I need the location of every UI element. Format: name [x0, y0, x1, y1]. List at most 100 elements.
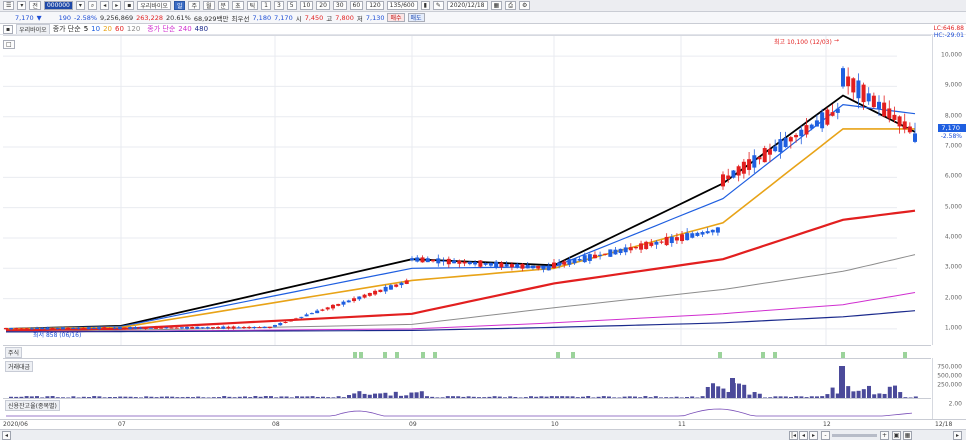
zoom-slider[interactable] — [832, 434, 877, 437]
ma-period-120[interactable]: 120 — [127, 25, 140, 33]
ma-period-20[interactable]: 20 — [103, 25, 112, 33]
buy-button[interactable]: 매수 — [387, 13, 405, 22]
tab-second[interactable]: 초 — [232, 1, 244, 10]
settings-small-icon[interactable]: ▣ — [892, 431, 901, 440]
menu-icon[interactable]: ☰ — [3, 1, 15, 10]
first-icon[interactable]: |◂ — [789, 431, 798, 440]
zoom-in-button[interactable]: + — [880, 431, 889, 440]
tab-week[interactable]: 주 — [188, 1, 201, 10]
stock-name-field[interactable]: 우리바이오 — [137, 1, 171, 10]
candle-body — [731, 170, 736, 178]
credit-pane[interactable]: 신용잔고율(종목별) — [3, 398, 931, 419]
candle-body — [467, 261, 472, 265]
open-label: 시 — [295, 14, 302, 23]
dropdown-icon[interactable]: ▾ — [17, 1, 27, 10]
candle-body — [267, 326, 272, 329]
candle-body — [86, 327, 91, 330]
candle-body — [373, 290, 378, 295]
print-icon[interactable]: ⎙ — [505, 1, 516, 10]
search-icon[interactable]: ⌕ — [87, 1, 98, 10]
lc-note: LC:646.88 — [933, 25, 964, 32]
candle-body — [536, 265, 541, 269]
ma-period-60[interactable]: 60 — [115, 25, 124, 33]
sell-button[interactable]: 매도 — [407, 13, 425, 22]
calendar-icon[interactable]: ▦ — [490, 1, 503, 10]
candle-body — [107, 327, 112, 329]
lock-icon[interactable]: ▪ — [124, 1, 135, 10]
date-field[interactable]: 2020/12/18 — [446, 1, 488, 10]
candle-body — [557, 262, 562, 266]
min-btn-30[interactable]: 30 — [332, 1, 347, 10]
ma2-period-list: 240 480 — [178, 25, 208, 33]
candle-body — [783, 137, 788, 148]
min-btn-60[interactable]: 60 — [349, 1, 364, 10]
left-arrow-icon[interactable]: ◂ — [2, 431, 11, 440]
settings-icon[interactable]: ⚙ — [519, 1, 531, 10]
period-select[interactable]: 전 — [29, 1, 41, 10]
prev-icon[interactable]: ◂ — [799, 431, 808, 440]
volume-bar — [861, 389, 866, 398]
candle-body — [325, 307, 330, 310]
zoom-out-button[interactable]: - — [821, 431, 830, 440]
prev-arrow-icon[interactable]: ◂ — [100, 1, 110, 10]
stock-chip[interactable]: 우리바이오 — [16, 24, 50, 34]
candle-body — [4, 327, 8, 330]
candle-body — [752, 155, 757, 168]
ma-period-list: 5 10 20 60 120 — [84, 25, 141, 33]
volume-pane[interactable]: 거래대금 — [3, 358, 931, 398]
candle-body — [562, 261, 567, 265]
candle-body — [520, 263, 525, 269]
candle-body — [778, 139, 783, 153]
min-btn-3[interactable]: 3 — [273, 1, 284, 10]
candle-body — [685, 233, 690, 241]
tab-day[interactable]: 일 — [173, 1, 186, 10]
low-label: 저 — [356, 14, 363, 23]
candle-body — [478, 260, 483, 267]
candle-body — [97, 327, 102, 330]
tool-icon[interactable]: ✎ — [432, 1, 444, 10]
candle-body — [410, 258, 414, 261]
candle-body — [299, 316, 304, 318]
candle-body — [122, 327, 127, 329]
small-pane[interactable]: 주식 — [3, 345, 931, 358]
candle-body — [762, 148, 767, 163]
candle-body — [169, 327, 174, 329]
candle-body — [71, 327, 76, 329]
volume-bar — [846, 386, 851, 398]
candle-body — [195, 326, 200, 329]
ma-period-5[interactable]: 5 — [84, 25, 88, 33]
next-arrow-icon[interactable]: ▸ — [112, 1, 122, 10]
candle-body — [546, 265, 551, 271]
ma-period-480[interactable]: 480 — [195, 25, 208, 33]
candle-body — [462, 261, 467, 264]
min-btn-5[interactable]: 5 — [286, 1, 297, 10]
count-field[interactable]: 135/600 — [386, 1, 418, 10]
open-value: 7,450 — [304, 13, 324, 22]
grid-icon[interactable]: ▦ — [903, 431, 912, 440]
min-btn-120[interactable]: 120 — [366, 1, 384, 10]
code-input[interactable]: 000000 — [43, 1, 73, 10]
chart-type-icon[interactable]: ▮ — [420, 1, 430, 10]
candle-body — [257, 327, 262, 329]
tab-tick[interactable]: 틱 — [246, 1, 259, 10]
tab-minute[interactable]: 분 — [217, 1, 230, 10]
right-arrow-icon[interactable]: ▸ — [953, 431, 962, 440]
min-btn-20[interactable]: 20 — [316, 1, 330, 10]
min-btn-10[interactable]: 10 — [299, 1, 314, 10]
price-y-axis[interactable]: LC:646.88 HC:-29.01 10,000 9,000 8,000 7,00… — [932, 25, 966, 345]
candle-body — [128, 327, 133, 330]
volume-bar — [839, 366, 845, 398]
candle-body — [830, 112, 835, 116]
ma-period-10[interactable]: 10 — [91, 25, 100, 33]
code-search-icon[interactable]: ▾ — [75, 1, 85, 10]
legend-toggle-icon[interactable]: ▪ — [3, 24, 14, 34]
price-pane[interactable]: □ 최고 10,100 (12/03) → 최저 858 (06/16) — [3, 35, 931, 346]
ma-period-240[interactable]: 240 — [178, 25, 191, 33]
next-icon[interactable]: ▸ — [809, 431, 818, 440]
candle-body — [315, 310, 320, 314]
ma2-label: 종가 단순 — [147, 25, 176, 33]
min-btn-1[interactable]: 1 — [261, 1, 271, 10]
x-label-07: 07 — [118, 421, 126, 428]
tab-month[interactable]: 월 — [203, 1, 215, 10]
scroll-bar[interactable]: ◂ |◂ ◂ ▸ - + ▣ ▦ ▸ — [0, 429, 966, 440]
